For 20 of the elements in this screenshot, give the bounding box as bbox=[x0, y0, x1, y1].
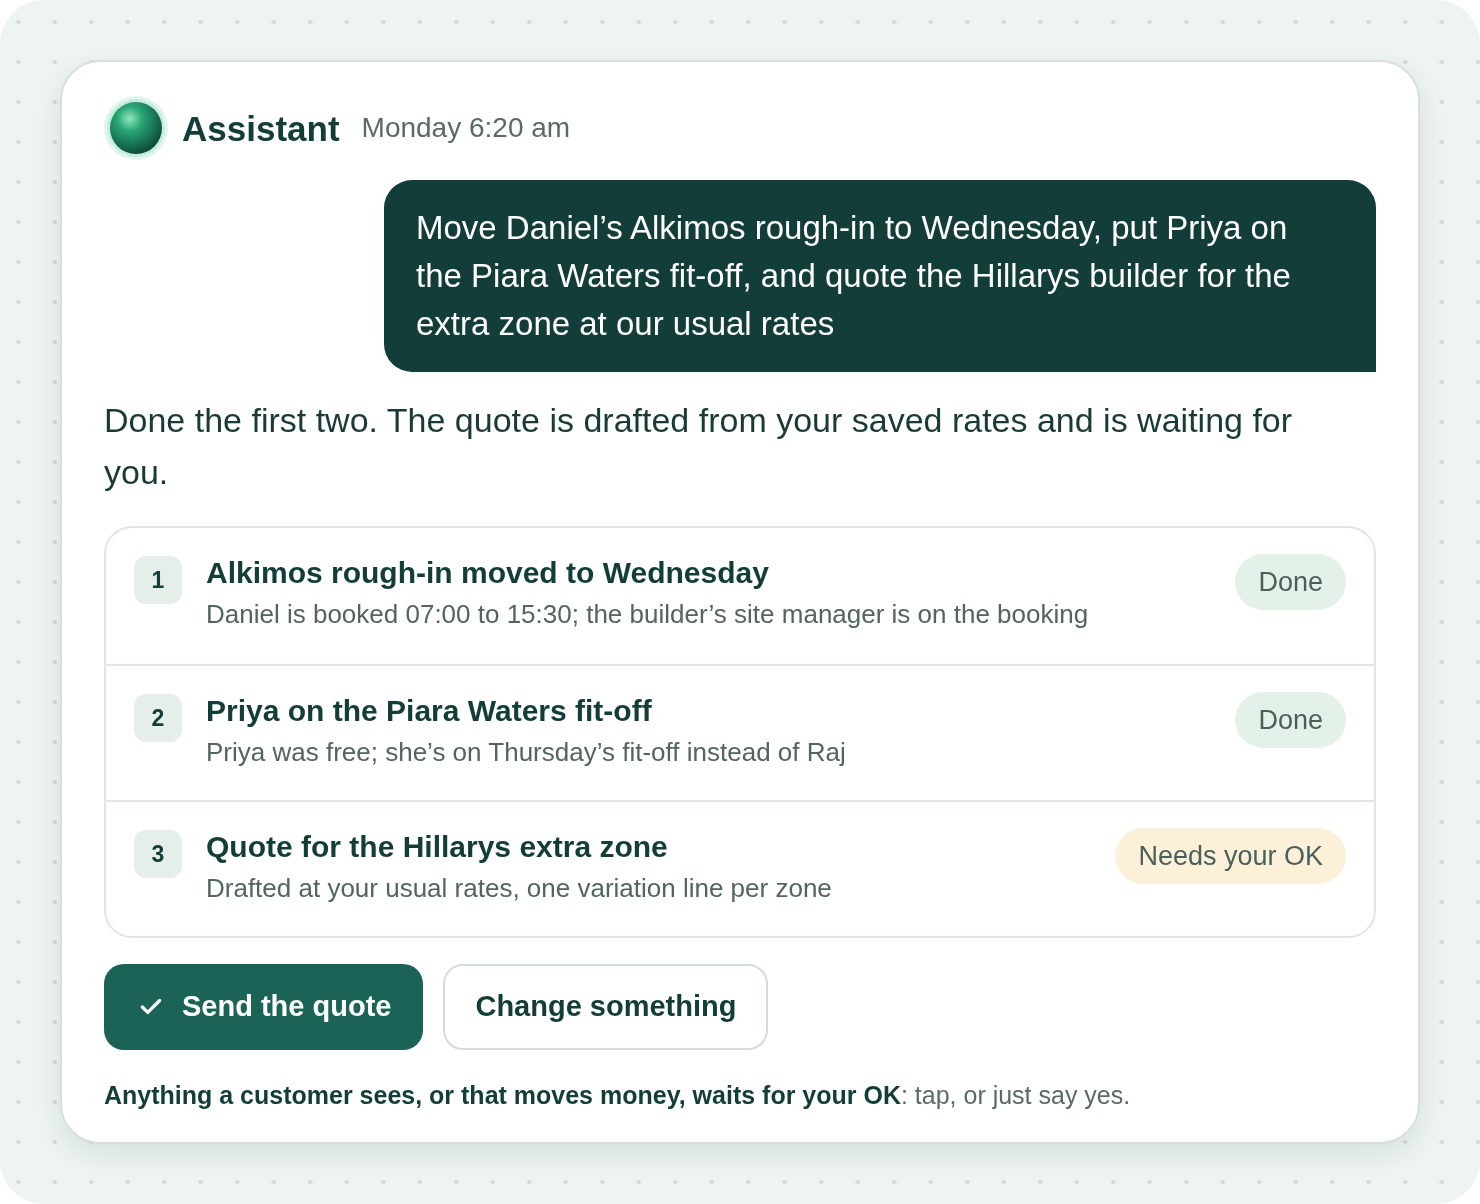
step-title: Quote for the Hillarys extra zone bbox=[206, 829, 669, 865]
step-number: 3 bbox=[134, 830, 182, 878]
footnote-text: Anything a customer sees, or that moves money, waits for your OK: tap, or just say yes. bbox=[104, 1080, 1132, 1111]
step-number: 2 bbox=[134, 694, 182, 742]
message-timestamp: Monday 6:20 am bbox=[361, 114, 571, 142]
user-message-bubble: Move Daniel’s Alkimos rough-in to Wednesday, put Priya on the Piara Waters fit-off, and quote the Hillarys builder for the extra zone at our usual rates bbox=[384, 180, 1376, 372]
step-detail: Priya was free; she’s on Thursday’s fit-off instead of Raj bbox=[206, 736, 847, 769]
step-number: 1 bbox=[134, 556, 182, 604]
sender-name: Assistant bbox=[182, 110, 340, 146]
step-title: Priya on the Piara Waters fit-off bbox=[206, 693, 653, 729]
step-title: Alkimos rough-in moved to Wednesday bbox=[206, 555, 770, 591]
send-quote-button[interactable]: Send the quote bbox=[104, 964, 424, 1050]
avatar-orb-icon bbox=[104, 96, 168, 160]
status-pill: Done bbox=[1235, 554, 1346, 610]
step-detail: Daniel is booked 07:00 to 15:30; the builder’s site manager is on the booking bbox=[206, 598, 1090, 631]
status-pill: Done bbox=[1235, 692, 1346, 748]
step-detail: Drafted at your usual rates, one variation line per zone bbox=[206, 872, 833, 905]
assistant-reply-text: Done the first two. The quote is drafted from your saved rates and is waiting for you. bbox=[104, 400, 1294, 493]
status-pill: Needs your OK bbox=[1115, 828, 1346, 884]
change-something-button[interactable]: Change something bbox=[443, 964, 769, 1050]
